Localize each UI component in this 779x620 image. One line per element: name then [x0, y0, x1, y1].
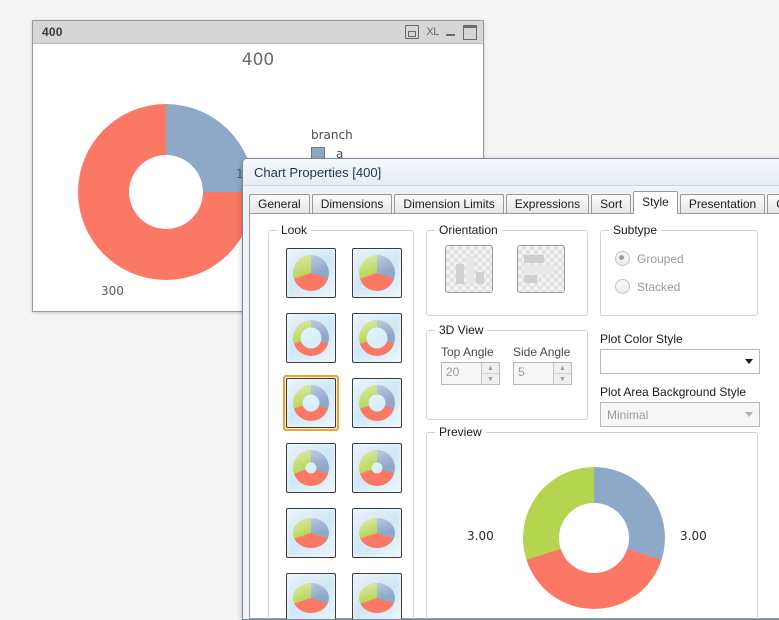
donut-chart-hole [129, 155, 203, 229]
donut-chart[interactable] [78, 104, 254, 280]
side-angle-field: Side Angle 5 ▲ ▼ [513, 345, 572, 385]
pie-3d-icon [286, 508, 336, 558]
top-angle-stepper-buttons[interactable]: ▲ ▼ [481, 363, 499, 384]
subtype-option-grouped[interactable]: Grouped [615, 251, 684, 266]
look-option-donut-small-hole[interactable] [283, 440, 339, 496]
chart-legend-title: branch [311, 128, 353, 142]
look-style-grid [283, 245, 405, 619]
pie-3d-tilt-icon [286, 573, 336, 619]
plot-area-background-style-dropdown[interactable]: Minimal [600, 402, 760, 427]
plot-area-background-style-label: Plot Area Background Style [600, 385, 747, 399]
tab-expressions[interactable]: Expressions [505, 194, 590, 213]
plot-style-block: Plot Color Style Plot Area Background St… [600, 332, 760, 427]
tab-presentation[interactable]: Presentation [679, 194, 766, 213]
pie-3d-tilt-glossy-icon [352, 573, 402, 619]
chart-window-controls: XL [405, 24, 477, 40]
chart-properties-dialog: Chart Properties [400] General Dimension… [242, 158, 779, 620]
side-angle-stepper[interactable]: 5 ▲ ▼ [513, 362, 572, 385]
look-option-pie-3d-tilt[interactable] [283, 570, 339, 619]
subtype-group: Subtype Grouped Stacked [600, 223, 758, 316]
donut-ring-icon [286, 378, 336, 428]
preview-data-label-1: 3.00 [680, 529, 707, 543]
tab-style[interactable]: Style [633, 191, 678, 214]
chart-window-title: 400 [42, 25, 63, 39]
preview-group-label: Preview [435, 425, 486, 439]
subtype-stacked-label: Stacked [637, 279, 681, 294]
radio-grouped-icon[interactable] [615, 251, 630, 266]
donut-small-hole-icon [286, 443, 336, 493]
view3d-group-label: 3D View [435, 323, 488, 337]
look-option-pie-glossy[interactable] [349, 245, 405, 301]
look-option-donut-small-hole-glossy[interactable] [349, 440, 405, 496]
plot-color-style-label: Plot Color Style [600, 332, 683, 346]
donut-small-hole-glossy-icon [352, 443, 402, 493]
look-option-pie-3d-glossy[interactable] [349, 505, 405, 561]
plot-color-style-dropdown[interactable] [600, 349, 760, 374]
orientation-group: Orientation [426, 223, 588, 316]
tab-dimensions[interactable]: Dimensions [311, 194, 393, 213]
side-angle-value: 5 [518, 365, 525, 379]
preview-donut-hole [559, 503, 629, 573]
top-angle-stepper[interactable]: 20 ▲ ▼ [441, 362, 500, 385]
side-angle-label: Side Angle [513, 345, 571, 359]
top-angle-increment[interactable]: ▲ [482, 363, 499, 374]
pie-flat-icon [286, 248, 336, 298]
look-option-donut-ring-glossy[interactable] [349, 375, 405, 431]
look-option-pie-3d[interactable] [283, 505, 339, 561]
chart-heading: 400 [241, 50, 275, 70]
donut-flat-icon [286, 313, 336, 363]
tab-sort[interactable]: Sort [591, 194, 632, 213]
pie-3d-glossy-icon [352, 508, 402, 558]
orientation-buttons [445, 245, 565, 293]
chart-window-titlebar[interactable]: 400 XL [33, 21, 483, 44]
pie-glossy-icon [352, 248, 402, 298]
chevron-down-icon [745, 412, 753, 417]
look-option-pie-3d-tilt-glossy[interactable] [349, 570, 405, 619]
preview-donut-chart [523, 467, 665, 609]
top-angle-decrement[interactable]: ▼ [482, 374, 499, 384]
dialog-tabstrip: General Dimensions Dimension Limits Expr… [249, 191, 779, 214]
preview-group: Preview 3.00 4.00 3.00 [426, 425, 758, 619]
look-option-pie-flat[interactable] [283, 245, 339, 301]
donut-glossy-gap-icon [352, 313, 402, 363]
donut-data-label-b: 300 [101, 284, 124, 298]
subtype-grouped-label: Grouped [637, 251, 684, 266]
subtype-group-label: Subtype [609, 223, 662, 237]
export-icon[interactable] [405, 25, 420, 39]
view3d-group: 3D View Top Angle 20 ▲ ▼ Side Angle 5 ▲ ▼ [426, 323, 588, 420]
vertical-bars-orientation-button[interactable] [445, 245, 493, 293]
top-angle-value: 20 [446, 365, 460, 379]
look-group: Look [268, 223, 414, 619]
tab-dimension-limits[interactable]: Dimension Limits [394, 194, 504, 213]
chevron-down-icon [745, 359, 753, 364]
side-angle-stepper-buttons[interactable]: ▲ ▼ [553, 363, 571, 384]
tab-general[interactable]: General [249, 194, 310, 213]
look-option-donut-glossy-gap[interactable] [349, 310, 405, 366]
orientation-group-label: Orientation [435, 223, 502, 237]
top-angle-field: Top Angle 20 ▲ ▼ [441, 345, 500, 385]
horizontal-bars-orientation-button[interactable] [517, 245, 565, 293]
look-option-donut-ring-selected[interactable] [283, 375, 339, 431]
subtype-option-stacked[interactable]: Stacked [615, 279, 680, 294]
side-angle-decrement[interactable]: ▼ [554, 374, 571, 384]
look-option-donut-flat[interactable] [283, 310, 339, 366]
plot-area-background-style-value: Minimal [607, 407, 649, 422]
maximize-icon[interactable] [463, 24, 477, 40]
minimize-icon[interactable] [446, 26, 456, 38]
dialog-title: Chart Properties [400] [254, 164, 382, 180]
donut-ring-glossy-icon [352, 378, 402, 428]
tab-colors[interactable]: Colors [767, 194, 779, 213]
preview-data-label-3: 3.00 [467, 529, 494, 543]
dialog-titlebar[interactable]: Chart Properties [400] [243, 159, 779, 186]
style-tab-panel: Look Orientation 3D View Top Angle 20 ▲ … [249, 213, 779, 619]
look-group-label: Look [277, 223, 312, 237]
side-angle-increment[interactable]: ▲ [554, 363, 571, 374]
radio-stacked-icon[interactable] [615, 279, 630, 294]
excel-export-icon[interactable]: XL [426, 26, 439, 38]
top-angle-label: Top Angle [441, 345, 494, 359]
